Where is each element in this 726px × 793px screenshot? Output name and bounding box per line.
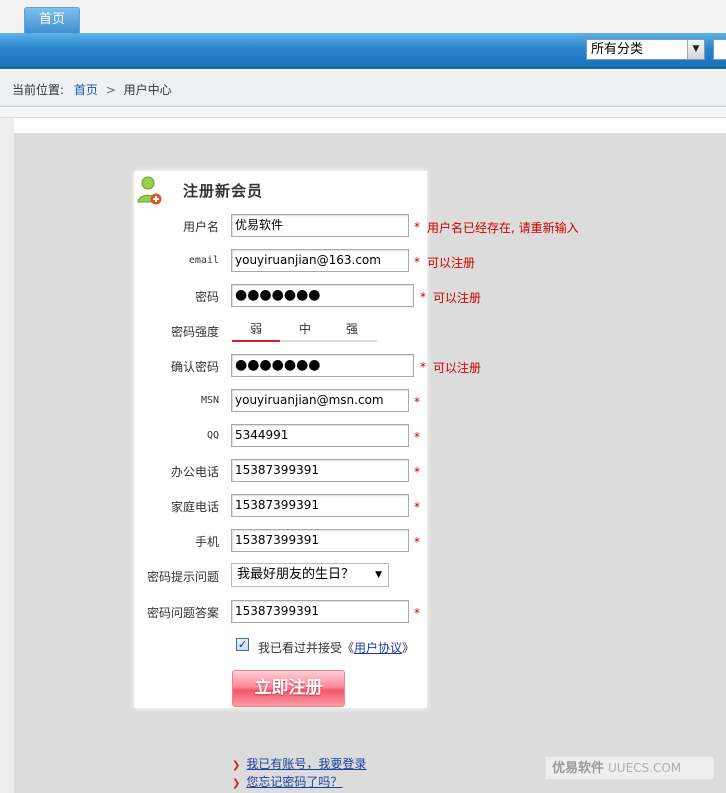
category-select-value: 所有分类 xyxy=(591,42,644,57)
watermark-en: UUECS.COM xyxy=(608,761,682,775)
question-select[interactable]: 我最好朋友的生日？ ▼ xyxy=(231,563,389,587)
register-button[interactable]: 立即注册 xyxy=(232,670,345,707)
watermark-cn: 优易软件 xyxy=(552,761,605,776)
confirm-password-input[interactable]: ●●●●●●● xyxy=(231,354,414,377)
breadcrumb-prefix: 当前位置: xyxy=(12,83,65,97)
mobile-input[interactable]: 15387399391 xyxy=(231,529,409,552)
question-label: 密码提示问题 xyxy=(146,570,219,584)
add-user-icon xyxy=(137,176,162,205)
strength-medium: 中 xyxy=(299,322,312,336)
arrow-right-icon: ❯ xyxy=(232,778,241,789)
chevron-down-icon[interactable]: ▼ xyxy=(375,564,382,586)
search-input[interactable] xyxy=(713,39,726,60)
arrow-right-icon: ❯ xyxy=(232,760,241,771)
confirm-password-label: 确认密码 xyxy=(170,360,219,374)
breadcrumb-current: 用户中心 xyxy=(123,83,172,97)
required-mark: * xyxy=(414,500,420,514)
required-mark: * xyxy=(414,465,420,479)
top-tab-strip: 首页 xyxy=(0,0,726,33)
question-select-value: 我最好朋友的生日？ xyxy=(237,567,355,582)
strength-weak: 弱 xyxy=(250,322,263,336)
email-input[interactable]: youyiruanjian@163.com xyxy=(231,249,409,272)
agree-text: 我已看过并接受《用户协议》 xyxy=(258,639,414,656)
required-mark: * xyxy=(414,430,420,444)
password-strength-meter: 弱 中 强 xyxy=(232,320,377,342)
breadcrumb-separator: > xyxy=(105,83,116,97)
home-phone-input[interactable]: 15387399391 xyxy=(231,494,409,517)
msn-input[interactable]: youyiruanjian@msn.com xyxy=(231,389,409,412)
password-label: 密码 xyxy=(194,290,219,304)
category-select[interactable]: 所有分类 ▼ xyxy=(586,39,705,60)
strength-indicator-bar xyxy=(232,340,280,342)
breadcrumb-home-link[interactable]: 首页 xyxy=(74,83,98,97)
required-mark: * xyxy=(414,255,420,269)
office-phone-label: 办公电话 xyxy=(170,465,219,479)
email-message: 可以注册 xyxy=(427,256,476,270)
required-mark: * xyxy=(420,290,426,304)
divider xyxy=(0,108,726,118)
password-input[interactable]: ●●●●●●● xyxy=(231,284,414,307)
forgot-link-text[interactable]: 您忘记密码了吗？ xyxy=(246,775,342,789)
home-phone-label: 家庭电话 xyxy=(170,500,219,514)
office-phone-input[interactable]: 15387399391 xyxy=(231,459,409,482)
login-link-text[interactable]: 我已有账号，我要登录 xyxy=(246,757,366,771)
qq-input[interactable]: 5344991 xyxy=(231,424,409,447)
chevron-down-icon[interactable]: ▼ xyxy=(687,40,704,59)
strength-strong: 强 xyxy=(346,322,359,336)
qq-label: QQ xyxy=(206,430,219,441)
watermark: 优易软件 UUECS.COM xyxy=(546,757,714,779)
required-mark: * xyxy=(414,395,420,409)
answer-label: 密码问题答案 xyxy=(146,606,219,620)
agree-checkbox[interactable]: ✓ xyxy=(236,638,249,651)
mobile-label: 手机 xyxy=(194,535,219,549)
username-message: 用户名已经存在, 请重新输入 xyxy=(427,221,579,235)
user-agreement-link[interactable]: 用户协议 xyxy=(354,641,402,655)
required-mark: * xyxy=(414,535,420,549)
required-mark: * xyxy=(420,360,426,374)
confirm-password-message: 可以注册 xyxy=(433,361,482,375)
answer-input[interactable]: 15387399391 xyxy=(231,600,409,623)
page-margin xyxy=(0,118,14,793)
username-input[interactable]: 优易软件 xyxy=(231,214,409,237)
email-label: email xyxy=(188,255,219,266)
tab-home[interactable]: 首页 xyxy=(24,7,80,33)
strength-label: 密码强度 xyxy=(170,325,219,339)
agree-label: 我已看过并接受《 xyxy=(258,641,355,655)
msn-label: MSN xyxy=(200,395,219,406)
breadcrumb: 当前位置: 首页 > 用户中心 xyxy=(0,71,726,107)
form-title: 注册新会员 xyxy=(183,182,264,200)
forgot-password-link[interactable]: ❯ 您忘记密码了吗？ xyxy=(232,773,342,790)
nav-bar: 所有分类 ▼ xyxy=(0,33,726,69)
login-link[interactable]: ❯ 我已有账号，我要登录 xyxy=(232,755,366,772)
required-mark: * xyxy=(414,220,420,234)
password-message: 可以注册 xyxy=(433,291,482,305)
username-label: 用户名 xyxy=(182,220,219,234)
required-mark: * xyxy=(414,606,420,620)
agree-suffix: 》 xyxy=(402,641,415,655)
